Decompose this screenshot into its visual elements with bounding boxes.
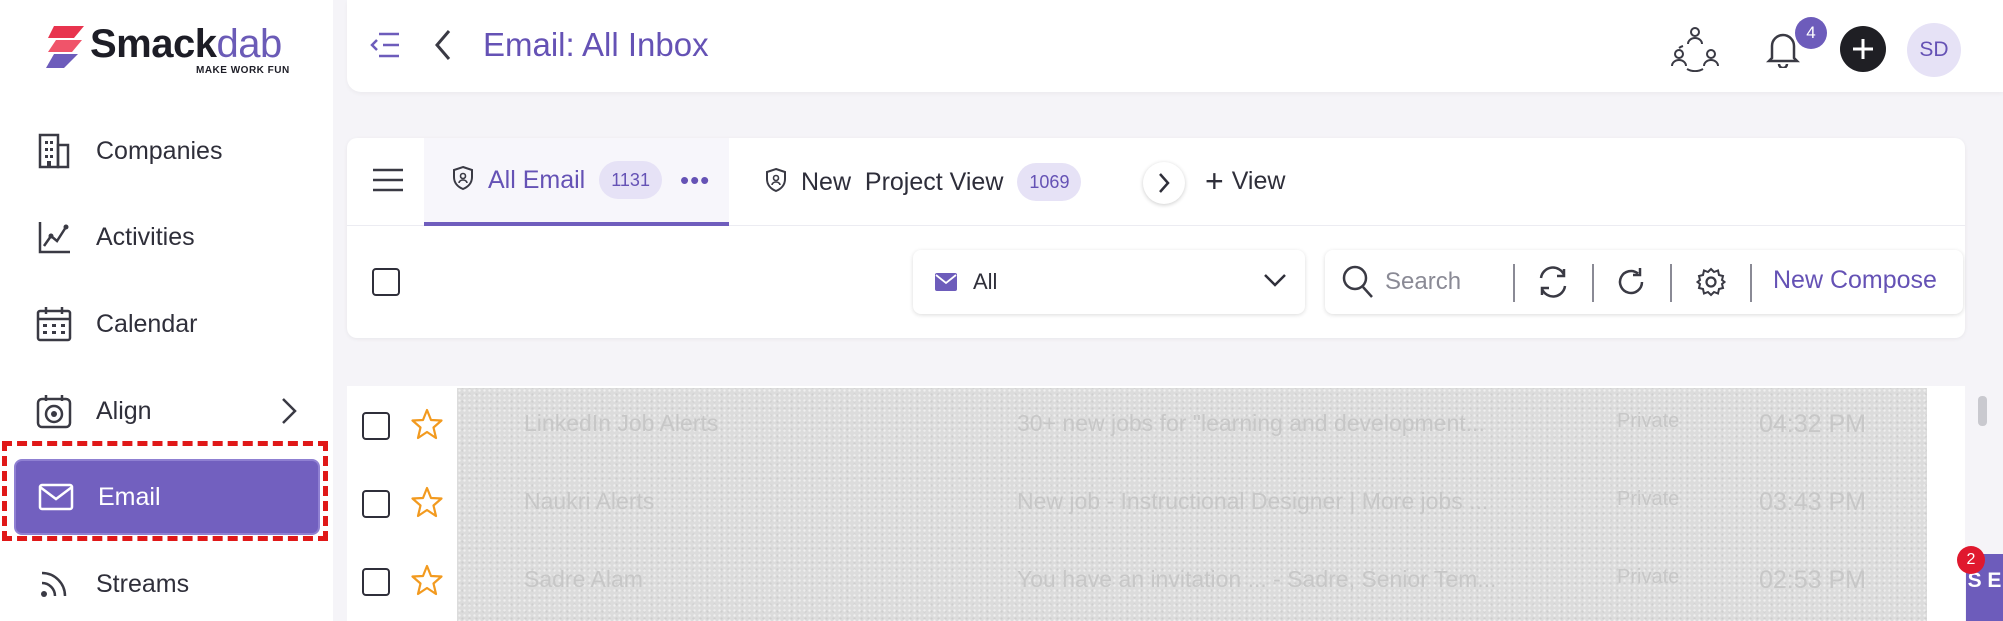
calendar-icon	[32, 302, 76, 346]
logo-tagline: MAKE WORK FUN	[196, 65, 290, 76]
avatar[interactable]: SD	[1907, 23, 1961, 77]
row-checkbox[interactable]	[362, 568, 390, 596]
new-compose-button[interactable]: New Compose	[1773, 266, 1937, 295]
plus-icon	[1853, 39, 1873, 59]
plus-icon: +	[1205, 163, 1224, 199]
building-icon	[32, 129, 76, 173]
search-actions-box: New Compose	[1325, 250, 1963, 314]
search-icon	[1341, 264, 1375, 305]
top-header: Email: All Inbox 4 SD	[347, 0, 2003, 92]
tab-count-badge: 1131	[599, 161, 662, 199]
envelope-icon	[935, 273, 957, 291]
logo[interactable]: Smackdab MAKE WORK FUN	[44, 18, 304, 78]
highlight-box	[2, 441, 328, 541]
hamburger-menu-icon[interactable]	[373, 168, 403, 197]
sidebar-item-align[interactable]: Align	[14, 373, 320, 449]
divider	[1670, 264, 1672, 302]
email-views-panel: All Email 1131 ••• New Project View 1069…	[347, 138, 1965, 338]
table-row[interactable]: LinkedIn Job Alerts 30+ new jobs for "le…	[347, 386, 1965, 464]
email-sender: Naukri Alerts	[524, 488, 655, 514]
star-icon[interactable]	[411, 408, 443, 445]
more-options-icon[interactable]: •••	[680, 165, 710, 196]
tab-count-badge: 1069	[1017, 163, 1082, 201]
chevron-right-icon[interactable]	[280, 397, 298, 430]
chevron-right-icon	[1159, 173, 1170, 193]
email-subject: 30+ new jobs for "learning and developme…	[1017, 410, 1485, 436]
divider	[1513, 264, 1515, 302]
tab-all-email[interactable]: All Email 1131 •••	[424, 138, 729, 226]
email-subject: You have an invitation ... - Sadre, Seni…	[1017, 566, 1497, 592]
email-subject: New job - Instructional Designer | More …	[1017, 488, 1489, 514]
sidebar-item-calendar[interactable]: Calendar	[14, 286, 320, 362]
tab-label: New Project View	[801, 167, 1004, 196]
create-button[interactable]	[1840, 26, 1886, 72]
add-view-label: View	[1231, 166, 1286, 195]
activity-chart-icon	[32, 215, 76, 259]
tab-label: All Email	[488, 165, 586, 194]
sidebar-item-label: Calendar	[96, 309, 198, 338]
collapse-menu-icon[interactable]	[369, 30, 401, 65]
back-arrow-icon[interactable]	[433, 28, 453, 67]
floating-badge: 2	[1957, 546, 1985, 574]
email-time: 04:32 PM	[1759, 410, 1867, 438]
mailbox-filter-select[interactable]: All	[913, 250, 1305, 314]
star-icon[interactable]	[411, 564, 443, 601]
sidebar-item-streams[interactable]: Streams	[14, 546, 320, 621]
row-checkbox[interactable]	[362, 490, 390, 518]
table-row[interactable]: Sadre Alam You have an invitation ... - …	[347, 542, 1965, 620]
logo-mark-icon	[46, 26, 84, 68]
team-network-icon[interactable]	[1667, 20, 1723, 76]
select-all-checkbox[interactable]	[372, 268, 400, 296]
sidebar: Smackdab MAKE WORK FUN Companies Activit…	[0, 0, 333, 621]
scrollbar-thumb[interactable]	[1978, 396, 1987, 426]
email-sender: LinkedIn Job Alerts	[524, 410, 719, 436]
page-title: Email: All Inbox	[483, 26, 709, 63]
email-visibility: Private	[1617, 566, 1680, 588]
shield-icon	[765, 167, 787, 198]
email-visibility: Private	[1617, 488, 1680, 510]
target-icon	[32, 389, 76, 433]
add-view-button[interactable]: + View	[1205, 163, 1286, 199]
search-input[interactable]	[1385, 264, 1505, 300]
row-checkbox[interactable]	[362, 412, 390, 440]
sidebar-item-label: Companies	[96, 136, 223, 165]
notification-count-badge: 4	[1795, 17, 1827, 49]
rss-icon	[32, 562, 76, 606]
email-list: LinkedIn Job Alerts 30+ new jobs for "le…	[347, 386, 1965, 621]
sidebar-item-companies[interactable]: Companies	[14, 113, 320, 189]
email-visibility: Private	[1617, 410, 1680, 432]
email-sender: Sadre Alam	[524, 566, 643, 592]
sync-icon[interactable]	[1535, 264, 1571, 300]
divider	[1750, 264, 1752, 302]
email-time: 02:53 PM	[1759, 566, 1867, 594]
scroll-tabs-right-button[interactable]	[1143, 162, 1185, 204]
sidebar-item-label: Streams	[96, 569, 190, 598]
tab-new-project-view[interactable]: New Project View 1069	[737, 138, 1097, 226]
gear-icon[interactable]	[1693, 264, 1729, 300]
filter-selected-value: All	[973, 269, 998, 294]
logo-wordmark: Smackdab	[90, 22, 282, 66]
star-icon[interactable]	[411, 486, 443, 523]
sidebar-item-activities[interactable]: Activities	[14, 199, 320, 275]
shield-icon	[452, 165, 474, 196]
sidebar-item-label: Align	[96, 396, 152, 425]
view-tabs: All Email 1131 ••• New Project View 1069…	[347, 138, 1965, 226]
sidebar-item-label: Activities	[96, 222, 195, 251]
chevron-down-icon	[1263, 272, 1287, 293]
divider	[1592, 264, 1594, 302]
email-toolbar: All New Compose	[347, 226, 1965, 338]
refresh-icon[interactable]	[1613, 264, 1649, 300]
table-row[interactable]: Naukri Alerts New job - Instructional De…	[347, 464, 1965, 542]
email-time: 03:43 PM	[1759, 488, 1867, 516]
